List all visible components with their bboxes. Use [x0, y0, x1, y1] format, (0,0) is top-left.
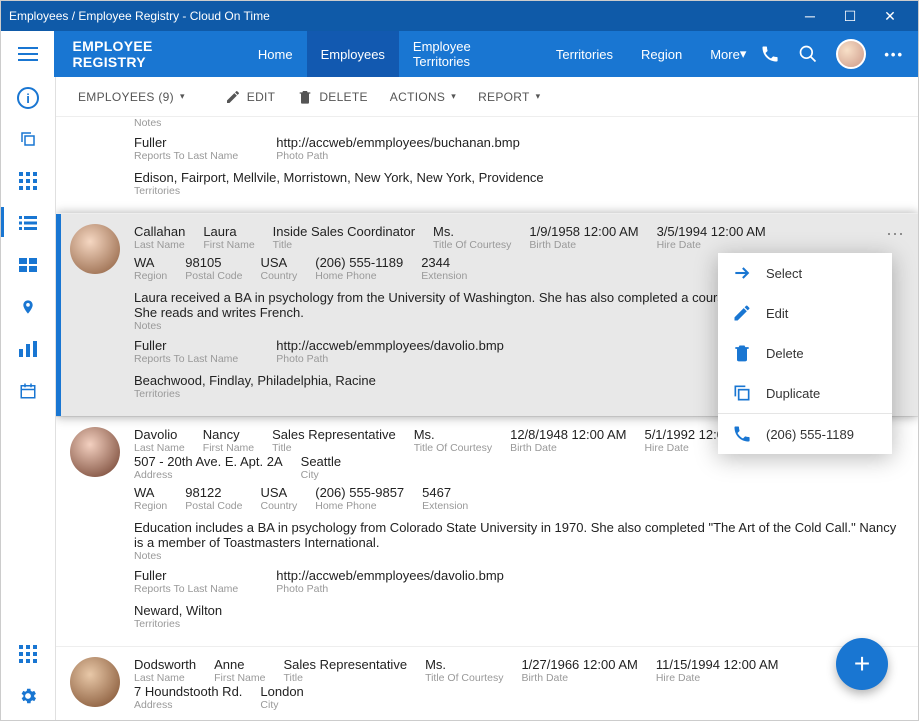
add-button[interactable]: + [836, 638, 888, 690]
search-icon[interactable] [798, 44, 818, 64]
territories-value: Edison, Fairport, Mellvile, Morristown, … [134, 170, 904, 185]
record-overflow-icon[interactable]: ⋯ [886, 224, 904, 245]
trash-icon [732, 343, 752, 363]
list-filter-dropdown[interactable]: EMPLOYEES (9) [70, 86, 193, 108]
main-content: EMPLOYEES (9) EDIT DELETE ACTIONS REPORT… [56, 77, 918, 720]
ctx-select[interactable]: Select [718, 253, 892, 293]
menu-toggle[interactable] [1, 31, 54, 77]
employee-record[interactable]: Notes FullerReports To Last Name http://… [56, 117, 918, 213]
nav-territories[interactable]: Territories [542, 31, 627, 77]
photo-path-value: http://accweb/emmployees/buchanan.bmp [276, 135, 520, 150]
employee-photo [70, 657, 120, 707]
minimize-button[interactable]: ─ [790, 8, 830, 24]
copy-icon [732, 383, 752, 403]
ctx-delete[interactable]: Delete [718, 333, 892, 373]
nav-employee-territories[interactable]: Employee Territories [399, 31, 542, 77]
sidebar-copy-icon[interactable] [16, 127, 40, 151]
sidebar-cards-icon[interactable] [16, 253, 40, 277]
sidebar-rail: i [1, 77, 56, 720]
notes-label: Notes [134, 117, 904, 129]
list-toolbar: EMPLOYEES (9) EDIT DELETE ACTIONS REPORT [56, 77, 918, 117]
nav-employees[interactable]: Employees [307, 31, 399, 77]
ctx-phone[interactable]: (206) 555-1189 [718, 414, 892, 454]
arrow-icon [732, 263, 752, 283]
nav-region[interactable]: Region [627, 31, 696, 77]
pencil-icon [732, 303, 752, 323]
actions-dropdown[interactable]: ACTIONS [382, 86, 464, 108]
user-avatar[interactable] [836, 39, 866, 69]
phone-icon [732, 424, 752, 444]
report-dropdown[interactable]: REPORT [470, 86, 548, 108]
nav-more[interactable]: More ▾ [696, 31, 760, 77]
sidebar-info-icon[interactable]: i [17, 87, 39, 109]
hamburger-icon [18, 46, 38, 62]
pencil-icon [225, 89, 241, 105]
reports-to-value: Fuller [134, 135, 238, 150]
window-title: Employees / Employee Registry - Cloud On… [9, 9, 790, 23]
context-menu: Select Edit Delete Duplicate (206) 555-1… [718, 253, 892, 454]
phone-icon[interactable] [760, 44, 780, 64]
nav-home[interactable]: Home [244, 31, 307, 77]
employee-photo [70, 427, 120, 477]
top-nav: EMPLOYEE REGISTRY Home Employees Employe… [1, 31, 918, 77]
overflow-menu[interactable]: ••• [884, 47, 904, 62]
sidebar-location-icon[interactable] [16, 295, 40, 319]
ctx-duplicate[interactable]: Duplicate [718, 373, 892, 413]
sidebar-grid-icon[interactable] [16, 169, 40, 193]
employee-photo [70, 224, 120, 274]
app-brand: EMPLOYEE REGISTRY [72, 38, 225, 70]
sidebar-chart-icon[interactable] [16, 337, 40, 361]
sidebar-apps-icon[interactable] [16, 642, 40, 666]
delete-button[interactable]: DELETE [289, 85, 375, 109]
ctx-edit[interactable]: Edit [718, 293, 892, 333]
trash-icon [297, 89, 313, 105]
close-button[interactable]: ✕ [870, 8, 910, 25]
edit-button[interactable]: EDIT [217, 85, 284, 109]
sidebar-calendar-icon[interactable] [16, 379, 40, 403]
sidebar-settings-icon[interactable] [16, 684, 40, 708]
maximize-button[interactable]: ☐ [830, 8, 870, 25]
employee-record[interactable]: DodsworthLast Name AnneFirst Name Sales … [56, 646, 918, 720]
window-titlebar: Employees / Employee Registry - Cloud On… [1, 1, 918, 31]
sidebar-list-icon[interactable] [16, 211, 40, 235]
